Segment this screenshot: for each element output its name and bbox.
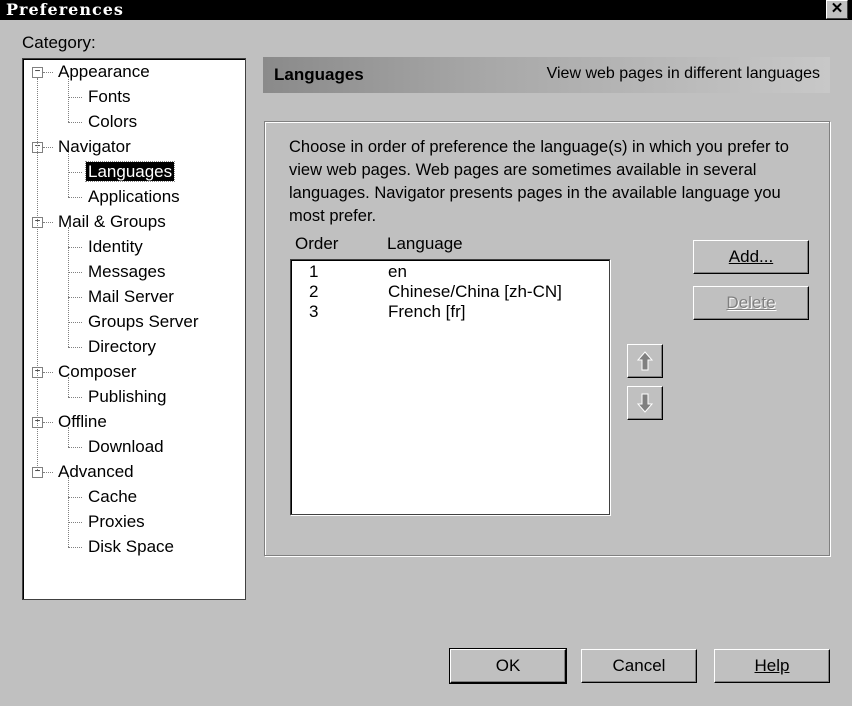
tree-item[interactable]: Fonts (86, 86, 133, 108)
list-item-language: French [fr] (388, 302, 466, 321)
panel-title: Languages (274, 65, 364, 84)
tree-connector (68, 172, 82, 173)
column-header-language: Language (387, 234, 463, 253)
tree-item[interactable]: Messages (86, 261, 167, 283)
tree-item[interactable]: Appearance (56, 61, 152, 83)
ok-button-label: OK (495, 656, 521, 675)
close-icon[interactable]: ✕ (826, 0, 848, 19)
tree-item-label: Messages (88, 262, 166, 281)
tree-connector (68, 227, 69, 347)
tree-item[interactable]: Download (86, 436, 166, 458)
tree-connector (43, 147, 53, 148)
tree-connector (68, 77, 69, 122)
tree-item[interactable]: Proxies (86, 511, 147, 533)
tree-connector (68, 122, 82, 123)
tree-item-label: Offline (58, 412, 107, 431)
tree-item-label: Groups Server (88, 312, 199, 331)
tree-connector (37, 78, 38, 470)
tree-connector (68, 197, 82, 198)
tree-item[interactable]: Mail & Groups (56, 211, 168, 233)
tree-connector (43, 422, 53, 423)
list-item[interactable]: 3 French [fr] (291, 302, 609, 322)
tree-connector (68, 347, 82, 348)
tree-connector (68, 447, 82, 448)
arrow-down-icon (637, 393, 653, 413)
tree-item-label: Proxies (88, 512, 145, 531)
tree-connector (68, 477, 69, 547)
list-item-language: Chinese/China [zh-CN] (388, 282, 562, 301)
tree-item-label: Disk Space (88, 537, 174, 556)
cancel-button[interactable]: Cancel (581, 649, 697, 683)
tree-item[interactable]: Identity (86, 236, 145, 258)
list-item-order: 3 (309, 302, 319, 321)
tree-item-label: Publishing (88, 387, 167, 406)
delete-button-label: Delete (726, 293, 776, 312)
tree-item-label: Languages (84, 161, 176, 182)
tree-connector (68, 547, 82, 548)
tree-item[interactable]: Mail Server (86, 286, 176, 308)
tree-item-label: Mail & Groups (58, 212, 166, 231)
tree-item-label: Appearance (58, 62, 150, 81)
list-item[interactable]: 1 en (291, 262, 609, 282)
list-item-order: 1 (309, 262, 319, 281)
tree-item[interactable]: Directory (86, 336, 158, 358)
tree-item-label: Colors (88, 112, 138, 131)
languages-description: Choose in order of preference the langua… (289, 138, 789, 225)
tree-item[interactable]: Offline (56, 411, 109, 433)
tree-item[interactable]: Publishing (86, 386, 168, 408)
tree-item-label: Cache (88, 487, 138, 506)
tree-connector (68, 397, 82, 398)
tree-connector (68, 377, 69, 397)
tree-connector (43, 472, 53, 473)
tree-item-label: Identity (88, 237, 143, 256)
tree-item-label: Download (88, 437, 164, 456)
column-header-order: Order (295, 234, 339, 253)
add-button[interactable]: Add... (693, 240, 809, 274)
tree-connector (68, 322, 82, 323)
move-down-button[interactable] (627, 386, 663, 420)
list-item-language: en (388, 262, 407, 281)
add-button-label: Add... (728, 247, 774, 266)
tree-connector (68, 97, 82, 98)
tree-item-label: Directory (88, 337, 157, 356)
tree-item-label: Fonts (88, 87, 131, 106)
delete-button[interactable]: Delete (693, 286, 809, 320)
tree-item[interactable]: Cache (86, 486, 139, 508)
help-button[interactable]: Help (714, 649, 830, 683)
tree-item[interactable]: Groups Server (86, 311, 201, 333)
cancel-button-label: Cancel (612, 656, 666, 675)
category-tree[interactable]: Appearance − Fonts Colors Navigator − Language… (22, 58, 246, 600)
tree-connector (68, 247, 82, 248)
tree-connector (68, 497, 82, 498)
tree-connector (68, 152, 69, 197)
language-list[interactable]: 1 en 2 Chinese/China [zh-CN] 3 French [fr] (290, 259, 610, 515)
list-item[interactable]: 2 Chinese/China [zh-CN] (291, 282, 609, 302)
tree-item-label: Mail Server (88, 287, 174, 306)
panel-subtitle: View web pages in different languages (546, 65, 820, 82)
tree-item[interactable]: Disk Space (86, 536, 176, 558)
tree-connector (68, 297, 82, 298)
tree-connector (43, 72, 53, 73)
category-label: Category: (22, 33, 96, 52)
collapse-icon[interactable]: − (32, 67, 43, 78)
panel-header: Languages View web pages in different la… (263, 57, 830, 93)
tree-item[interactable]: Colors (86, 111, 139, 133)
window-title: Preferences (6, 0, 124, 19)
arrow-up-icon (637, 351, 653, 371)
tree-item-label: Applications (88, 187, 180, 206)
tree-connector (68, 427, 69, 447)
tree-connector (68, 522, 82, 523)
ok-button[interactable]: OK (449, 648, 567, 684)
tree-item[interactable]: Applications (86, 186, 182, 208)
tree-item[interactable]: Languages (84, 161, 176, 183)
move-up-button[interactable] (627, 344, 663, 378)
tree-connector (43, 372, 53, 373)
list-item-order: 2 (309, 282, 319, 301)
help-button-label: Help (754, 656, 790, 675)
tree-connector (43, 222, 53, 223)
title-bar: Preferences ✕ (0, 0, 852, 20)
languages-group: Choose in order of preference the langua… (264, 121, 830, 556)
tree-connector (68, 272, 82, 273)
